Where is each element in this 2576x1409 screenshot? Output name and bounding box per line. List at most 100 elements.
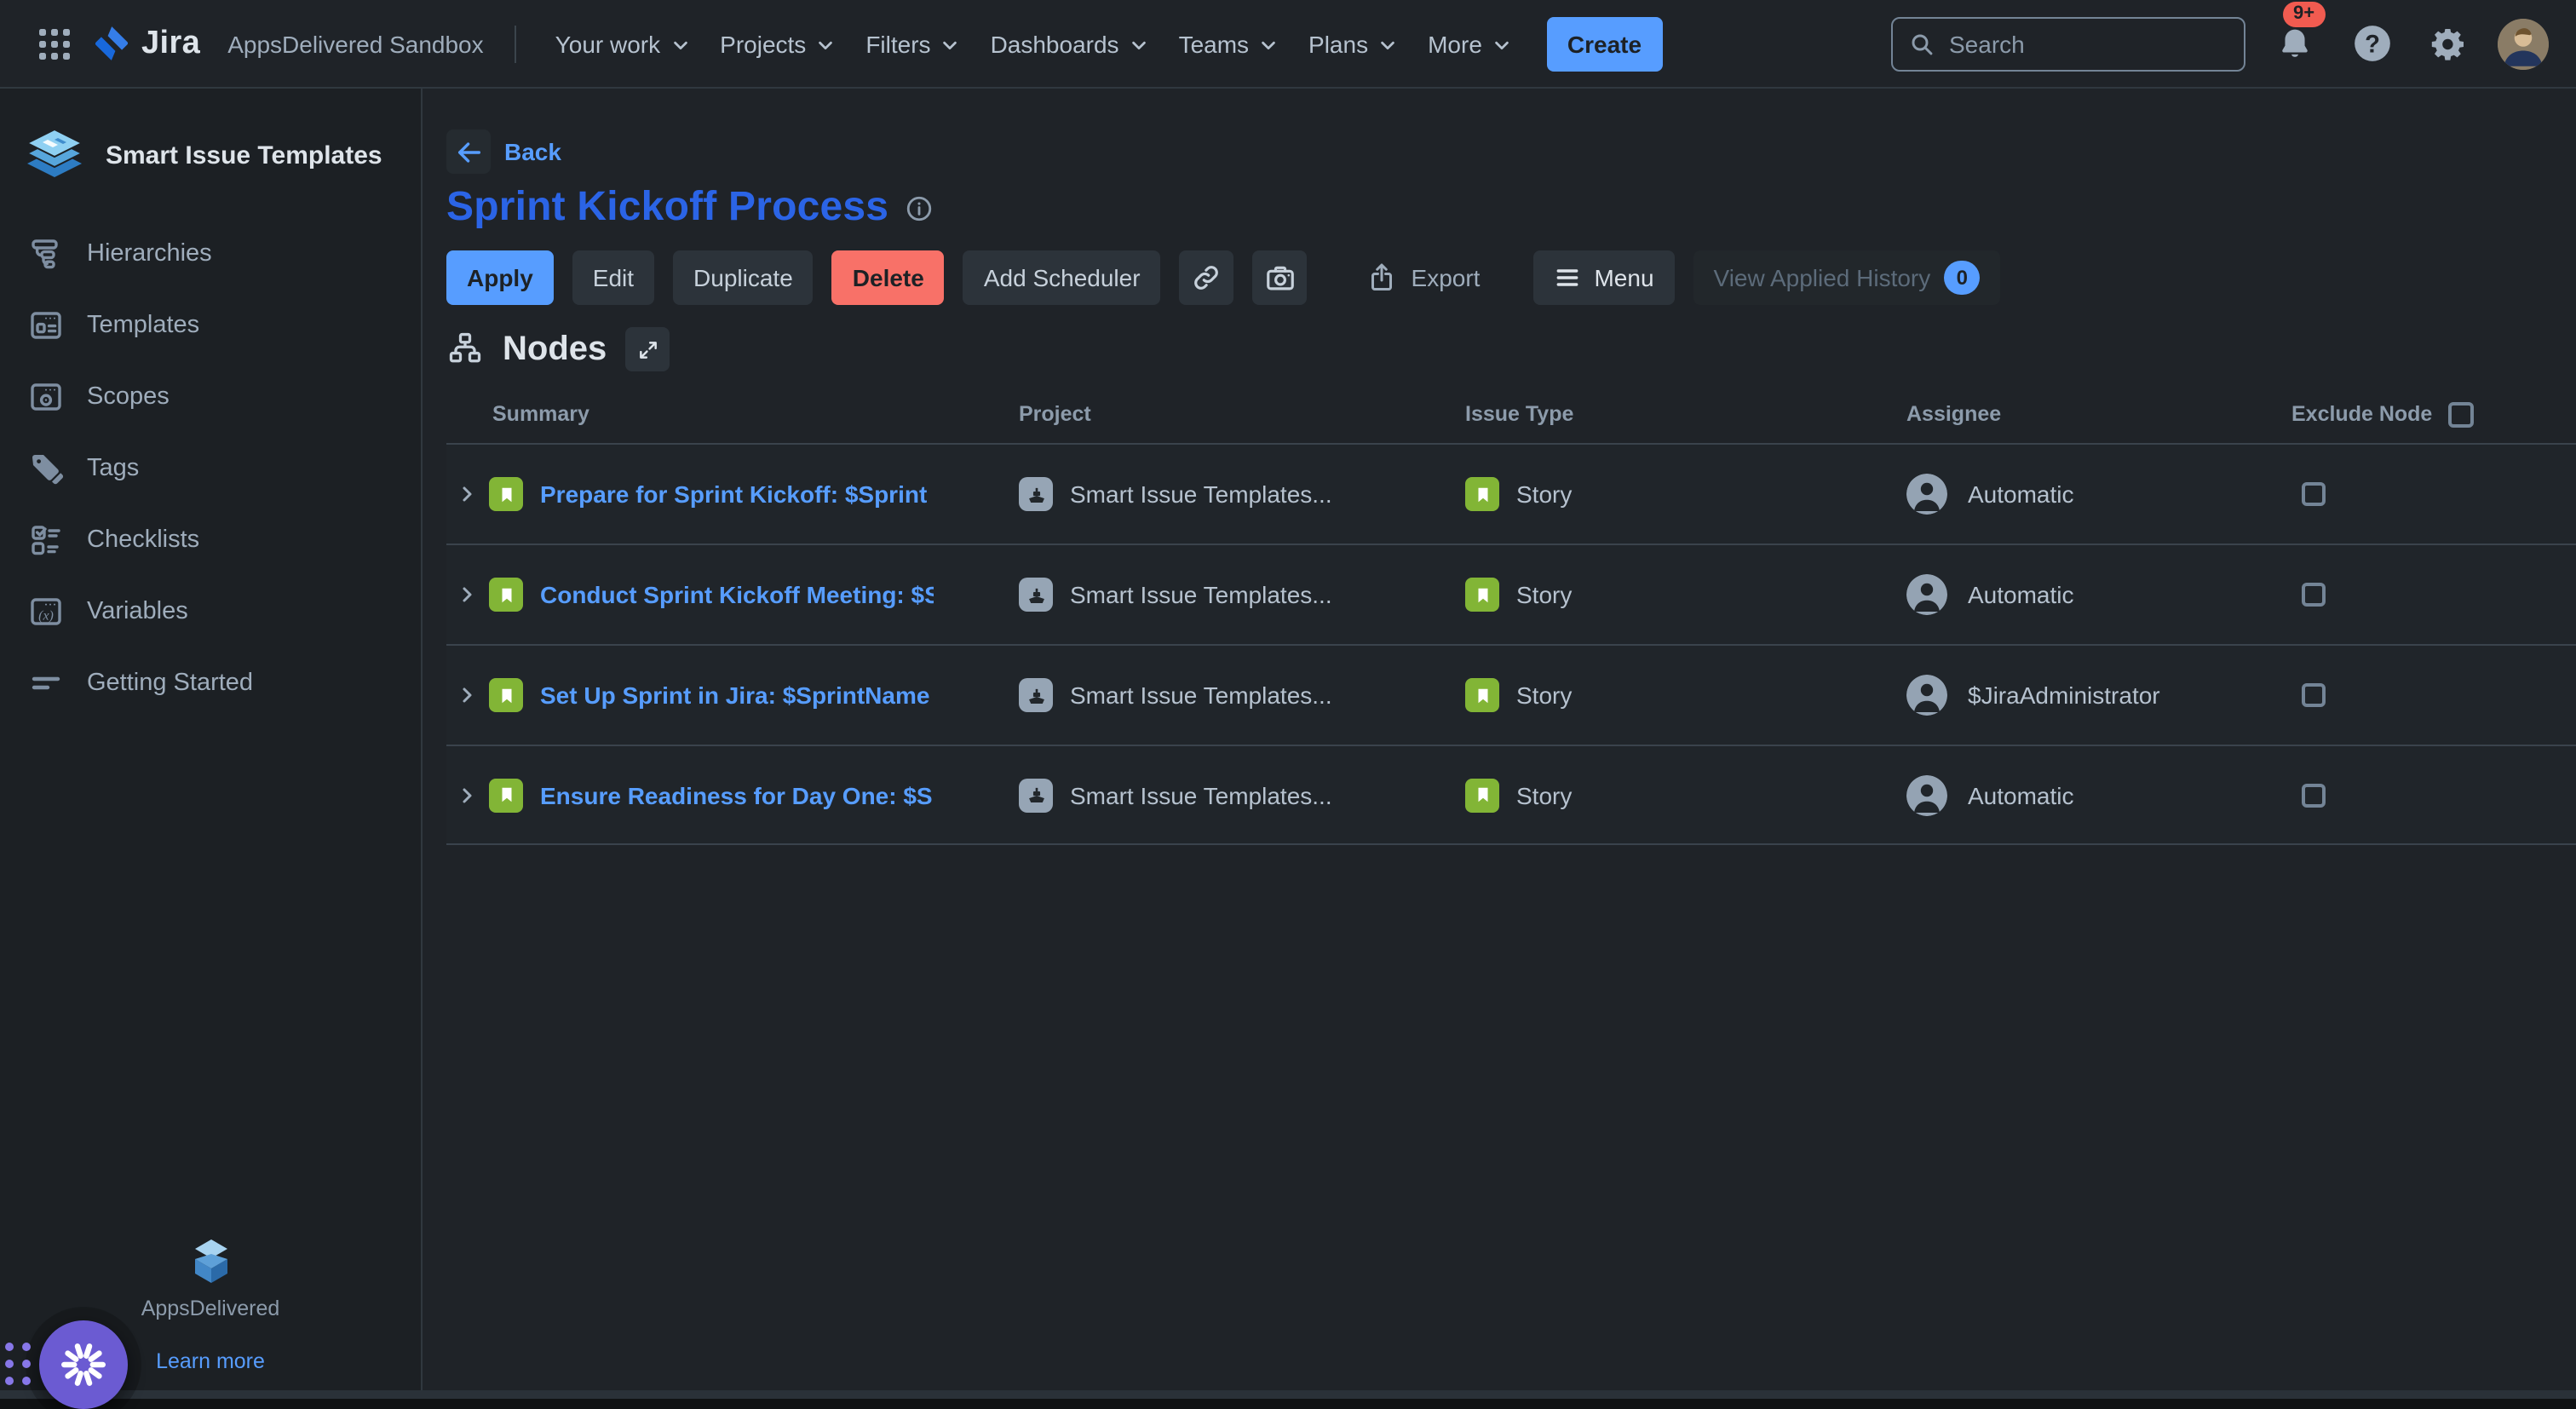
- story-type-icon: [1465, 477, 1499, 511]
- info-icon[interactable]: [904, 193, 933, 222]
- assignee-avatar-icon: [1906, 774, 1947, 815]
- fab-drag-handle[interactable]: [5, 1343, 31, 1385]
- expand-nodes-button[interactable]: [625, 327, 670, 371]
- expand-row-chevron[interactable]: [457, 584, 477, 605]
- page-title: Sprint Kickoff Process: [446, 184, 888, 232]
- title-row: Sprint Kickoff Process: [446, 184, 2576, 232]
- snapshot-button[interactable]: [1253, 250, 1308, 305]
- export-button[interactable]: Export: [1347, 250, 1501, 305]
- user-photo: [2498, 18, 2549, 69]
- header-assignee: Assignee: [1906, 402, 2291, 426]
- create-button[interactable]: Create: [1547, 16, 1662, 71]
- duplicate-button[interactable]: Duplicate: [673, 250, 814, 305]
- jira-wordmark: Jira: [141, 25, 200, 62]
- node-summary-link[interactable]: Ensure Readiness for Day One: $Sp: [540, 781, 934, 808]
- exclude-node-checkbox[interactable]: [2302, 482, 2326, 506]
- table-header-row: Summary Project Issue Type Assignee Excl…: [446, 385, 2576, 443]
- assistant-fab-button[interactable]: [39, 1320, 128, 1409]
- appsdelivered-label: AppsDelivered: [141, 1297, 280, 1320]
- story-type-icon: [489, 678, 523, 712]
- node-summary-link[interactable]: Set Up Sprint in Jira: $SprintName: [540, 681, 929, 709]
- menu-button[interactable]: Menu: [1532, 250, 1674, 305]
- story-type-icon: [489, 778, 523, 812]
- exclude-node-checkbox[interactable]: [2302, 583, 2326, 607]
- story-type-icon: [1465, 578, 1499, 612]
- jira-logo-icon: [92, 24, 131, 63]
- expand-row-chevron[interactable]: [457, 484, 477, 504]
- notification-count-badge: 9+: [2283, 1, 2325, 26]
- link-icon: [1192, 262, 1222, 293]
- jira-window: Jira AppsDelivered Sandbox Your work Pro…: [0, 0, 2576, 1399]
- apply-button[interactable]: Apply: [446, 250, 554, 305]
- project-name: Smart Issue Templates...: [1070, 781, 1332, 808]
- nav-projects[interactable]: Projects: [704, 20, 850, 67]
- issue-type-name: Story: [1516, 781, 1572, 808]
- topbar-divider: [515, 25, 516, 62]
- view-applied-history-button[interactable]: View Applied History 0: [1693, 250, 2001, 305]
- sidebar-item-getting-started[interactable]: Getting Started: [0, 647, 421, 719]
- story-type-icon: [1465, 678, 1499, 712]
- app-sidebar: Smart Issue Templates Hierarchies Templa…: [0, 89, 423, 1390]
- exclude-node-checkbox[interactable]: [2302, 683, 2326, 707]
- edit-button[interactable]: Edit: [572, 250, 654, 305]
- help-icon: ?: [2350, 22, 2393, 65]
- assignee-avatar-icon: [1906, 474, 1947, 515]
- settings-button[interactable]: [2421, 16, 2475, 71]
- issue-type-name: Story: [1516, 480, 1572, 508]
- copy-link-button[interactable]: [1180, 250, 1234, 305]
- chevron-down-icon: [1259, 35, 1278, 54]
- sidebar-item-scopes[interactable]: Scopes: [0, 361, 421, 433]
- top-navigation-bar: Jira AppsDelivered Sandbox Your work Pro…: [0, 0, 2576, 89]
- workspace-name: AppsDelivered Sandbox: [227, 30, 483, 57]
- expand-row-chevron[interactable]: [457, 785, 477, 805]
- appsdelivered-logo: [187, 1237, 234, 1285]
- nav-dashboards[interactable]: Dashboards: [975, 20, 1164, 67]
- search-input[interactable]: [1891, 16, 2245, 71]
- delete-button[interactable]: Delete: [832, 250, 945, 305]
- project-avatar-icon: [1019, 678, 1053, 712]
- sidebar-item-hierarchies[interactable]: Hierarchies: [0, 218, 421, 290]
- sidebar-item-tags[interactable]: Tags: [0, 433, 421, 504]
- help-button[interactable]: ?: [2344, 16, 2399, 71]
- nav-filters[interactable]: Filters: [850, 20, 975, 67]
- project-avatar-icon: [1019, 778, 1053, 812]
- camera-icon: [1264, 262, 1297, 294]
- issue-type-name: Story: [1516, 681, 1572, 709]
- sidebar-item-checklists[interactable]: Checklists: [0, 504, 421, 576]
- app-switcher-button[interactable]: [27, 16, 82, 71]
- back-button[interactable]: Back: [446, 129, 561, 174]
- nav-more[interactable]: More: [1412, 20, 1527, 67]
- getting-started-icon: [27, 664, 65, 702]
- project-name: Smart Issue Templates...: [1070, 480, 1332, 508]
- notifications-button[interactable]: 9+: [2268, 16, 2322, 71]
- chevron-down-icon: [1130, 35, 1148, 54]
- jira-logo[interactable]: Jira: [92, 24, 200, 63]
- nodes-tree-icon: [446, 331, 484, 368]
- hierarchies-icon: [27, 235, 65, 273]
- issue-type-name: Story: [1516, 581, 1572, 608]
- assignee-name: $JiraAdministrator: [1968, 681, 2160, 709]
- nav-teams[interactable]: Teams: [1164, 20, 1293, 67]
- bell-icon: [2276, 25, 2314, 62]
- learn-more-link[interactable]: Learn more: [156, 1349, 265, 1373]
- svg-text:(x): (x): [38, 609, 54, 624]
- chevron-down-icon: [816, 35, 835, 54]
- chevron-down-icon: [1378, 35, 1397, 54]
- exclude-node-checkbox[interactable]: [2302, 783, 2326, 807]
- sidebar-item-variables[interactable]: (x) Variables: [0, 576, 421, 647]
- sidebar-item-templates[interactable]: Templates: [0, 290, 421, 361]
- nodes-header: Nodes: [446, 327, 2576, 371]
- nav-your-work[interactable]: Your work: [540, 20, 705, 67]
- chevron-down-icon: [941, 35, 960, 54]
- header-issue-type: Issue Type: [1465, 402, 1906, 426]
- user-avatar[interactable]: [2498, 18, 2549, 69]
- window-bottom-edge: [0, 1390, 2576, 1399]
- expand-icon: [636, 338, 658, 360]
- nav-plans[interactable]: Plans: [1293, 20, 1412, 67]
- add-scheduler-button[interactable]: Add Scheduler: [963, 250, 1161, 305]
- expand-row-chevron[interactable]: [457, 685, 477, 705]
- exclude-all-checkbox[interactable]: [2447, 401, 2473, 427]
- node-summary-link[interactable]: Prepare for Sprint Kickoff: $Sprint: [540, 480, 927, 508]
- app-logo-block: Smart Issue Templates: [0, 89, 421, 218]
- node-summary-link[interactable]: Conduct Sprint Kickoff Meeting: $S: [540, 581, 934, 608]
